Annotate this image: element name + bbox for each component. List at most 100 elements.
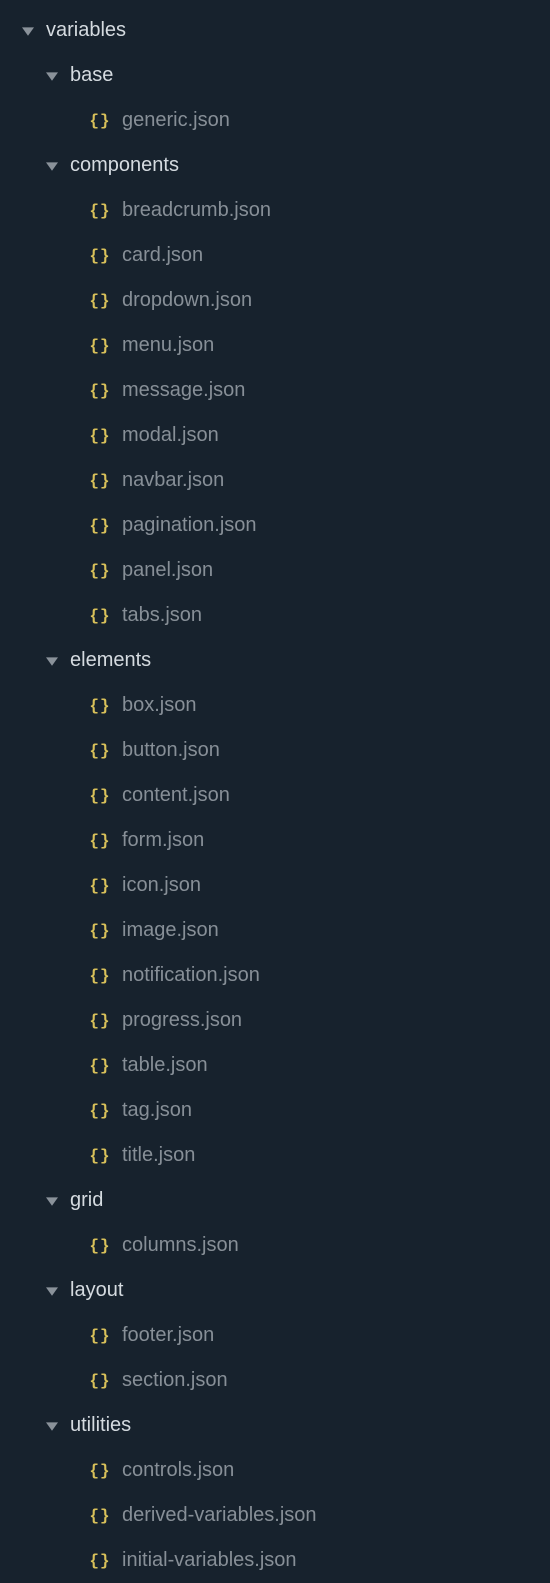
file-item[interactable]: {} columns.json	[0, 1223, 550, 1268]
folder-grid[interactable]: grid	[0, 1178, 550, 1223]
json-file-icon: {}	[90, 922, 110, 940]
file-label: table.json	[122, 1054, 208, 1077]
file-item[interactable]: {} card.json	[0, 233, 550, 278]
file-item[interactable]: {} modal.json	[0, 413, 550, 458]
json-file-icon: {}	[90, 202, 110, 220]
json-file-icon: {}	[90, 1372, 110, 1390]
file-label: button.json	[122, 739, 220, 762]
folder-label: utilities	[70, 1414, 131, 1437]
folder-label: variables	[46, 19, 126, 42]
file-label: icon.json	[122, 874, 201, 897]
file-label: derived-variables.json	[122, 1504, 317, 1527]
json-file-icon: {}	[90, 1147, 110, 1165]
file-label: panel.json	[122, 559, 213, 582]
file-item[interactable]: {} image.json	[0, 908, 550, 953]
json-file-icon: {}	[90, 1507, 110, 1525]
file-item[interactable]: {} pagination.json	[0, 503, 550, 548]
chevron-down-icon	[44, 653, 60, 669]
chevron-down-icon	[44, 1418, 60, 1434]
chevron-down-icon	[44, 158, 60, 174]
chevron-down-icon	[44, 68, 60, 84]
json-file-icon: {}	[90, 472, 110, 490]
file-item[interactable]: {} section.json	[0, 1358, 550, 1403]
folder-label: layout	[70, 1279, 123, 1302]
file-item[interactable]: {} message.json	[0, 368, 550, 413]
file-item[interactable]: {} breadcrumb.json	[0, 188, 550, 233]
file-item[interactable]: {} footer.json	[0, 1313, 550, 1358]
file-label: breadcrumb.json	[122, 199, 271, 222]
file-item[interactable]: {} box.json	[0, 683, 550, 728]
json-file-icon: {}	[90, 1237, 110, 1255]
file-item[interactable]: {} initial-variables.json	[0, 1538, 550, 1583]
file-item[interactable]: {} tabs.json	[0, 593, 550, 638]
file-item[interactable]: {} generic.json	[0, 98, 550, 143]
file-item[interactable]: {} menu.json	[0, 323, 550, 368]
file-label: tag.json	[122, 1099, 192, 1122]
file-item[interactable]: {} title.json	[0, 1133, 550, 1178]
file-label: controls.json	[122, 1459, 234, 1482]
folder-components[interactable]: components	[0, 143, 550, 188]
file-item[interactable]: {} table.json	[0, 1043, 550, 1088]
file-label: dropdown.json	[122, 289, 252, 312]
json-file-icon: {}	[90, 697, 110, 715]
file-label: columns.json	[122, 1234, 239, 1257]
json-file-icon: {}	[90, 382, 110, 400]
json-file-icon: {}	[90, 1327, 110, 1345]
file-label: generic.json	[122, 109, 230, 132]
file-item[interactable]: {} navbar.json	[0, 458, 550, 503]
json-file-icon: {}	[90, 832, 110, 850]
folder-label: components	[70, 154, 179, 177]
file-label: navbar.json	[122, 469, 224, 492]
folder-label: base	[70, 64, 113, 87]
file-label: title.json	[122, 1144, 195, 1167]
json-file-icon: {}	[90, 1057, 110, 1075]
json-file-icon: {}	[90, 247, 110, 265]
json-file-icon: {}	[90, 562, 110, 580]
file-label: form.json	[122, 829, 204, 852]
file-item[interactable]: {} icon.json	[0, 863, 550, 908]
file-label: progress.json	[122, 1009, 242, 1032]
file-item[interactable]: {} progress.json	[0, 998, 550, 1043]
file-label: notification.json	[122, 964, 260, 987]
file-item[interactable]: {} derived-variables.json	[0, 1493, 550, 1538]
file-item[interactable]: {} panel.json	[0, 548, 550, 593]
file-item[interactable]: {} notification.json	[0, 953, 550, 998]
json-file-icon: {}	[90, 607, 110, 625]
file-tree: variables base {} generic.json component…	[0, 8, 550, 1583]
file-label: image.json	[122, 919, 219, 942]
file-item[interactable]: {} button.json	[0, 728, 550, 773]
folder-base[interactable]: base	[0, 53, 550, 98]
folder-variables[interactable]: variables	[0, 8, 550, 53]
file-item[interactable]: {} dropdown.json	[0, 278, 550, 323]
json-file-icon: {}	[90, 517, 110, 535]
file-label: section.json	[122, 1369, 228, 1392]
file-label: modal.json	[122, 424, 219, 447]
json-file-icon: {}	[90, 1012, 110, 1030]
file-label: message.json	[122, 379, 245, 402]
json-file-icon: {}	[90, 112, 110, 130]
file-item[interactable]: {} content.json	[0, 773, 550, 818]
file-label: content.json	[122, 784, 230, 807]
folder-utilities[interactable]: utilities	[0, 1403, 550, 1448]
json-file-icon: {}	[90, 427, 110, 445]
json-file-icon: {}	[90, 337, 110, 355]
chevron-down-icon	[44, 1283, 60, 1299]
file-label: card.json	[122, 244, 203, 267]
file-label: box.json	[122, 694, 197, 717]
file-label: tabs.json	[122, 604, 202, 627]
json-file-icon: {}	[90, 1102, 110, 1120]
file-item[interactable]: {} controls.json	[0, 1448, 550, 1493]
file-item[interactable]: {} form.json	[0, 818, 550, 863]
chevron-down-icon	[20, 23, 36, 39]
file-item[interactable]: {} tag.json	[0, 1088, 550, 1133]
json-file-icon: {}	[90, 967, 110, 985]
folder-layout[interactable]: layout	[0, 1268, 550, 1313]
json-file-icon: {}	[90, 1462, 110, 1480]
file-label: footer.json	[122, 1324, 214, 1347]
json-file-icon: {}	[90, 787, 110, 805]
folder-label: elements	[70, 649, 151, 672]
json-file-icon: {}	[90, 292, 110, 310]
json-file-icon: {}	[90, 1552, 110, 1570]
folder-elements[interactable]: elements	[0, 638, 550, 683]
file-label: initial-variables.json	[122, 1549, 297, 1572]
